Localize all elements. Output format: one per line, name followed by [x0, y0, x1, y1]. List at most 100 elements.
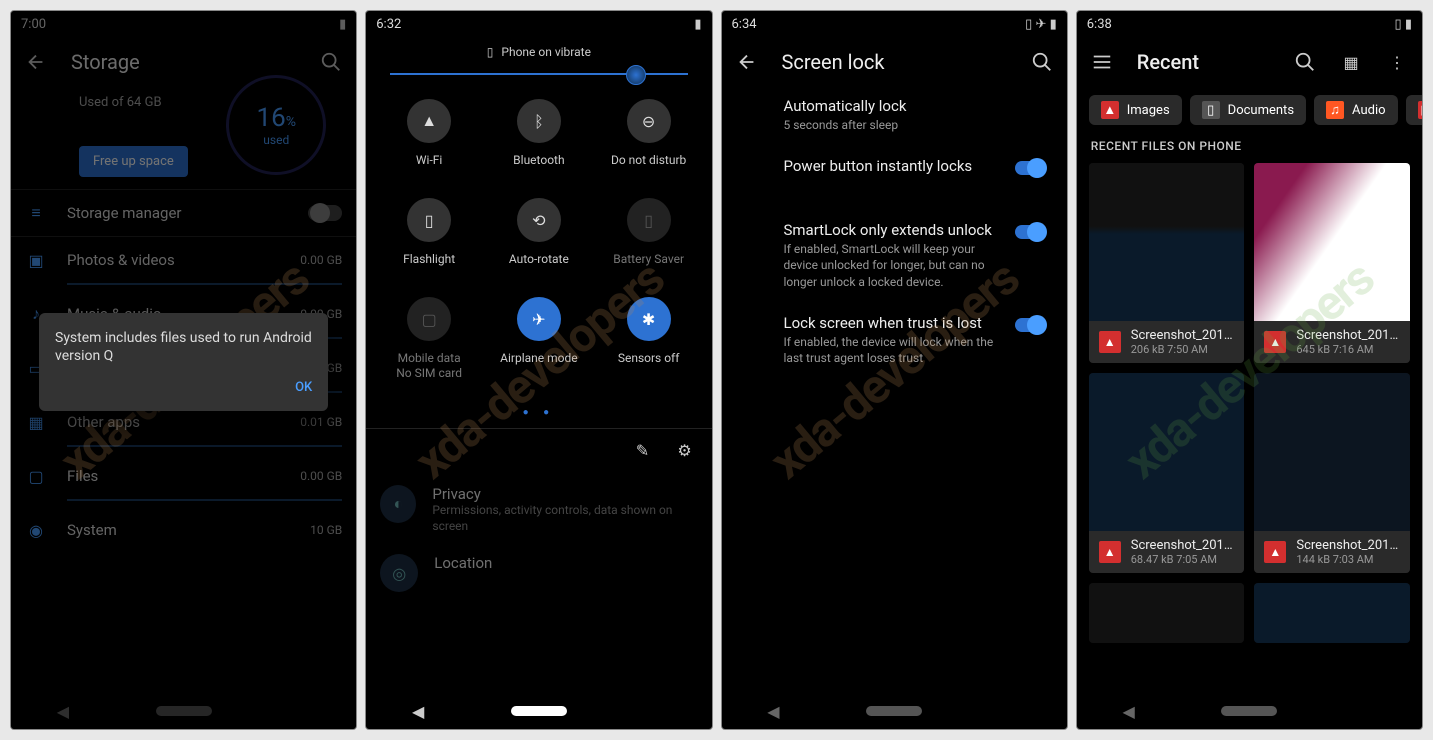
category-bar [67, 445, 342, 447]
pref-title: Automatically lock [784, 97, 1045, 115]
chip-documents[interactable]: ▯Documents [1190, 95, 1306, 125]
pref-smartlock[interactable]: SmartLock only extends unlockIf enabled,… [762, 211, 1067, 304]
chip-videos[interactable]: ▶Videos [1406, 95, 1422, 125]
file-name: Screenshot_201… [1131, 538, 1235, 553]
nav-back-icon[interactable]: ◀ [762, 700, 784, 722]
file-details: 144 kB 7:03 AM [1296, 553, 1400, 566]
overflow-icon[interactable]: ⋮ [1386, 51, 1408, 73]
file-name: Screenshot_201… [1296, 328, 1400, 343]
files-icon: ▢ [25, 465, 47, 487]
appbar: Recent ▦ ⋮ [1077, 37, 1422, 87]
menu-icon[interactable] [1091, 51, 1113, 73]
file-thumbnail [1089, 373, 1245, 531]
privacy-icon: ◐ [380, 485, 416, 523]
pref-switch[interactable] [1015, 161, 1045, 175]
file-details: 645 kB 7:16 AM [1296, 343, 1400, 356]
sensors-icon: ✱ [627, 297, 671, 341]
navbar: ◀ [1077, 693, 1422, 729]
tile-bluetooth[interactable]: ᛒBluetooth [484, 99, 594, 168]
percent-label: used [263, 133, 289, 147]
settings-row-privacy[interactable]: ◐ PrivacyPermissions, activity controls,… [366, 475, 711, 544]
nav-back-icon[interactable]: ◀ [1118, 700, 1140, 722]
nav-home-pill[interactable] [511, 706, 567, 716]
audio-icon: ♫ [1326, 101, 1344, 119]
category-row[interactable]: ◉System10 GB [11, 507, 356, 553]
pref-switch[interactable] [1015, 318, 1045, 332]
tile-label: Airplane mode [500, 351, 577, 366]
tile-battery-saver[interactable]: ▯Battery Saver [594, 198, 704, 267]
statusbar: 7:00 ▮ [11, 11, 356, 37]
category-row[interactable]: ▢Files0.00 GB [11, 453, 356, 499]
nav-home-pill[interactable] [156, 706, 212, 716]
page-title: Screen lock [782, 50, 1007, 74]
storage-manager-row[interactable]: ≡ Storage manager [11, 190, 356, 236]
search-icon[interactable] [1031, 51, 1053, 73]
search-icon[interactable] [1294, 51, 1316, 73]
chip-audio[interactable]: ♫Audio [1314, 95, 1397, 125]
edit-icon[interactable]: ✎ [634, 439, 652, 461]
category-label: Files [67, 467, 280, 485]
free-up-space-button[interactable]: Free up space [79, 146, 188, 177]
tile-wifi[interactable]: ▲Wi-Fi [374, 99, 484, 168]
filter-chips: ▲Images ▯Documents ♫Audio ▶Videos [1077, 87, 1422, 133]
image-icon: ▲ [1264, 541, 1286, 563]
search-icon[interactable] [320, 51, 342, 73]
video-icon: ▶ [1418, 101, 1422, 119]
section-header: RECENT FILES ON PHONE [1077, 133, 1422, 163]
tile-airplane[interactable]: ✈Airplane mode [484, 297, 594, 381]
nav-home-pill[interactable] [866, 706, 922, 716]
nav-back-icon[interactable]: ◀ [52, 700, 74, 722]
tile-label: Mobile dataNo SIM card [396, 351, 462, 381]
pref-switch[interactable] [1015, 225, 1045, 239]
file-thumbnail [1254, 583, 1410, 643]
grid-view-icon[interactable]: ▦ [1340, 51, 1362, 73]
settings-title: Location [434, 554, 492, 572]
brightness-slider[interactable] [390, 73, 687, 75]
settings-title: Privacy [432, 485, 697, 503]
nav-home-pill[interactable] [1221, 706, 1277, 716]
nav-back-icon[interactable]: ◀ [407, 700, 429, 722]
battery-icon: ▮ [339, 17, 346, 32]
tile-flashlight[interactable]: ▯ Flashlight [374, 198, 484, 267]
file-card[interactable]: ▲Screenshot_201…68.47 kB 7:05 AM [1089, 373, 1245, 573]
tile-label: Flashlight [403, 252, 455, 267]
settings-preview: ◐ PrivacyPermissions, activity controls,… [366, 475, 711, 610]
tile-label: Wi-Fi [416, 153, 442, 168]
pref-trust-lost[interactable]: Lock screen when trust is lostIf enabled… [762, 304, 1067, 380]
chip-images[interactable]: ▲Images [1089, 95, 1182, 125]
vibrate-icon: ▯ [487, 45, 494, 59]
tile-label: Do not disturb [611, 153, 686, 168]
file-card[interactable]: ▲ Screenshot_201…645 kB 7:16 AM [1254, 163, 1410, 363]
navbar: ◀ [722, 693, 1067, 729]
file-card[interactable]: ▲Screenshot_201…206 kB 7:50 AM [1089, 163, 1245, 363]
settings-row-location[interactable]: ◎ Location [366, 544, 711, 602]
file-card[interactable]: ▲Screenshot_201…144 kB 7:03 AM [1254, 373, 1410, 573]
pref-power-lock[interactable]: Power button instantly locks [762, 147, 1067, 191]
tile-dnd[interactable]: ⊖Do not disturb [594, 99, 704, 168]
back-icon[interactable] [25, 51, 47, 73]
statusbar: 6:38 ▯ ▮ [1077, 11, 1422, 37]
tile-autorotate[interactable]: ⟲Auto-rotate [484, 198, 594, 267]
file-thumbnail [1089, 583, 1245, 643]
page-title: Recent [1137, 50, 1270, 74]
gear-icon[interactable]: ⚙ [676, 439, 694, 461]
image-icon: ▲ [1099, 331, 1121, 353]
image-icon: ▲ [1101, 101, 1119, 119]
flashlight-icon: ▯ [407, 198, 451, 242]
pref-auto-lock[interactable]: Automatically lock5 seconds after sleep [762, 87, 1067, 147]
clock: 6:32 [376, 17, 401, 32]
tile-sensors-off[interactable]: ✱Sensors off [594, 297, 704, 381]
qs-grid: ▲Wi-Fi ᛒBluetooth ⊖Do not disturb ▯ Flash… [366, 89, 711, 401]
category-label: System [67, 521, 290, 539]
file-card[interactable] [1089, 583, 1245, 643]
file-card[interactable] [1254, 583, 1410, 643]
storage-manager-toggle[interactable] [308, 205, 342, 221]
tile-label: Bluetooth [513, 153, 564, 168]
back-icon[interactable] [736, 51, 758, 73]
image-icon: ▲ [1264, 331, 1286, 353]
dialog-ok-button[interactable]: OK [55, 380, 312, 395]
file-meta: ▲Screenshot_201…144 kB 7:03 AM [1254, 531, 1410, 573]
category-row[interactable]: ▣Photos & videos0.00 GB [11, 237, 356, 283]
tile-mobile-data[interactable]: ▢Mobile dataNo SIM card [374, 297, 484, 381]
photos-icon: ▣ [25, 249, 47, 271]
